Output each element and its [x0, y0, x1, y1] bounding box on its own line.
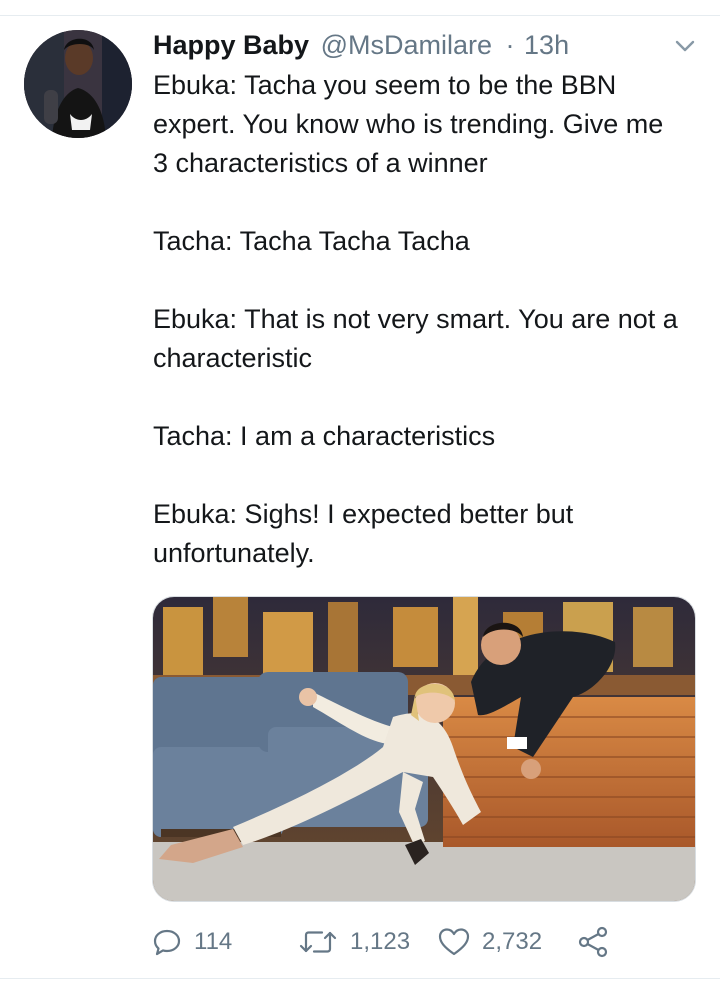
display-name[interactable]: Happy Baby	[153, 30, 309, 60]
avatar[interactable]	[24, 30, 132, 138]
user-handle[interactable]: @MsDamilare	[321, 30, 492, 60]
timestamp[interactable]: 13h	[524, 30, 569, 60]
separator-dot: ·	[505, 30, 515, 60]
like-count: 2,732	[482, 928, 543, 955]
reply-button[interactable]: 114	[152, 920, 232, 964]
share-button[interactable]	[576, 920, 622, 964]
tweet-menu-button[interactable]	[671, 34, 699, 58]
heart-icon	[438, 928, 470, 956]
reply-icon	[153, 929, 181, 956]
tweet-text: Ebuka: Tacha you seem to be the BBN expe…	[153, 70, 678, 568]
retweet-icon	[299, 931, 337, 953]
tweet-header: Happy Baby @MsDamilare · 13h	[153, 26, 673, 66]
retweet-button[interactable]: 1,123	[298, 920, 410, 964]
share-icon	[578, 926, 608, 958]
reply-count: 114	[194, 928, 233, 955]
photo-image	[153, 597, 695, 901]
bottom-divider	[0, 978, 720, 979]
tweet-photo[interactable]	[152, 596, 696, 902]
top-divider	[0, 15, 720, 16]
like-button[interactable]: 2,732	[438, 920, 542, 964]
chevron-down-icon	[675, 40, 695, 52]
tweet-actions: 114 1,123 2,732	[152, 920, 692, 964]
retweet-count: 1,123	[350, 928, 411, 955]
